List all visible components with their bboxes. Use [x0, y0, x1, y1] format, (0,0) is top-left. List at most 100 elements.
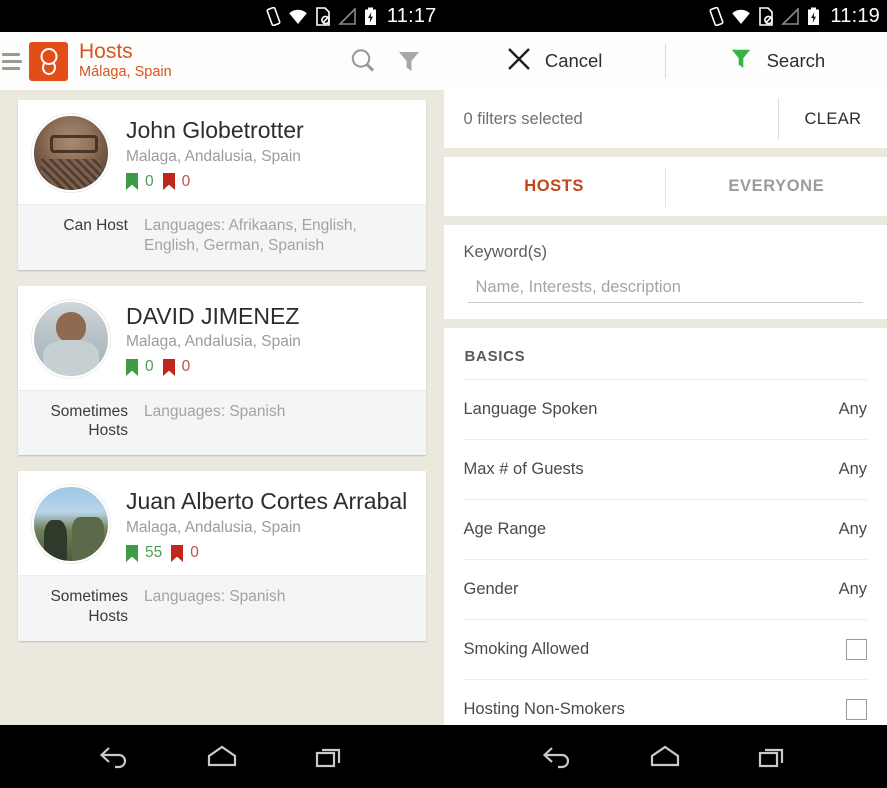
red-ribbon-icon: [162, 358, 175, 376]
avatar[interactable]: [32, 114, 110, 192]
host-status: Sometimes Hosts: [50, 402, 128, 440]
app-bar-titles: Hosts Málaga, Spain: [79, 41, 172, 80]
filter-row-gender[interactable]: Gender Any: [463, 560, 867, 620]
funnel-icon: [728, 46, 754, 77]
vibrate-icon: [709, 6, 724, 26]
clear-button[interactable]: CLEAR: [779, 110, 887, 129]
recents-icon[interactable]: [307, 737, 353, 777]
host-flags: 0 0: [126, 358, 301, 376]
filter-row-age-range[interactable]: Age Range Any: [463, 500, 867, 560]
host-location: Malaga, Andalusia, Spain: [126, 147, 301, 165]
clock-right: 11:19: [830, 4, 880, 27]
green-ribbon-icon: [126, 358, 138, 376]
back-icon[interactable]: [534, 737, 580, 777]
red-ribbon-icon: [162, 173, 175, 191]
clock-left: 11:17: [386, 4, 437, 27]
positive-flag: 0: [126, 173, 154, 191]
cancel-button[interactable]: Cancel: [444, 32, 665, 90]
filter-label: Gender: [463, 580, 519, 598]
close-icon: [506, 46, 532, 77]
host-location: Malaga, Andalusia, Spain: [126, 333, 301, 351]
back-icon[interactable]: [91, 737, 137, 777]
tab-hosts[interactable]: HOSTS: [444, 177, 665, 196]
filter-value: Any: [838, 580, 867, 598]
positive-flag: 0: [126, 358, 154, 376]
positive-count: 0: [145, 358, 154, 376]
tab-everyone[interactable]: EVERYONE: [666, 177, 887, 196]
avatar[interactable]: [32, 299, 110, 378]
host-languages: Languages: Spanish: [144, 588, 286, 606]
keyword-label: Keyword(s): [463, 243, 547, 261]
negative-flag: 0: [171, 544, 199, 562]
negative-count: 0: [181, 358, 191, 376]
wifi-icon: [288, 8, 308, 25]
host-flags: 55 0: [126, 544, 407, 562]
green-ribbon-icon: [126, 544, 138, 562]
hosting-non-smokers-checkbox[interactable]: [846, 699, 867, 720]
right-pane-filters: 11:19 Cancel Search 0 filters selected C…: [443, 0, 887, 788]
positive-flag: 55: [126, 544, 162, 562]
host-card-footer: Can Host Languages: Afrikaans, English, …: [18, 204, 426, 270]
filter-label: Max # of Guests: [463, 460, 584, 478]
basics-section: BASICS Language Spoken Any Max # of Gues…: [443, 328, 887, 740]
left-app-bar: Hosts Málaga, Spain: [0, 32, 444, 90]
hamburger-icon[interactable]: [0, 52, 22, 70]
status-bar-right: 11:19: [443, 0, 887, 32]
right-app-bar: Cancel Search: [443, 32, 887, 90]
battery-charging-icon: [807, 7, 820, 26]
host-card-top: DAVID JIMENEZ Malaga, Andalusia, Spain 0…: [18, 286, 426, 390]
filter-value: Any: [838, 400, 867, 418]
green-ribbon-icon: [126, 173, 138, 191]
app-logo[interactable]: [29, 41, 68, 81]
host-name: DAVID JIMENEZ: [126, 302, 300, 329]
signal-icon: [337, 7, 357, 25]
filters-selected-text: 0 filters selected: [463, 109, 583, 128]
search-button[interactable]: Search: [666, 32, 887, 90]
android-nav-bar: [0, 725, 887, 788]
host-status: Sometimes Hosts: [50, 588, 128, 626]
filter-value: Any: [838, 460, 867, 478]
search-icon[interactable]: [340, 38, 386, 84]
battery-charging-icon: [364, 7, 377, 26]
signal-icon: [781, 7, 800, 25]
home-icon[interactable]: [199, 737, 245, 777]
host-list: John Globetrotter Malaga, Andalusia, Spa…: [0, 90, 444, 641]
filter-row-smoking-allowed[interactable]: Smoking Allowed: [463, 620, 867, 680]
host-languages: Languages: Afrikaans, English, English, …: [144, 217, 357, 254]
host-languages: Languages: Spanish: [144, 402, 286, 420]
host-flags: 0 0: [126, 173, 304, 191]
filter-icon[interactable]: [386, 38, 432, 84]
negative-count: 0: [181, 172, 191, 190]
filter-tabs: HOSTS EVERYONE: [443, 157, 887, 216]
positive-count: 55: [145, 544, 163, 562]
filter-label: Age Range: [463, 520, 547, 538]
left-pane-host-list: 11:17 Hosts Málaga, Spain John Globetrot…: [0, 0, 444, 788]
basics-header: BASICS: [463, 328, 867, 380]
vibrate-icon: [266, 6, 281, 26]
negative-flag: 0: [162, 358, 191, 376]
filter-summary-bar: 0 filters selected CLEAR: [443, 90, 887, 148]
host-card[interactable]: Juan Alberto Cortes Arrabal Malaga, Anda…: [18, 471, 426, 641]
recents-icon[interactable]: [750, 737, 796, 777]
positive-count: 0: [145, 172, 154, 190]
dual-screenshot: 11:17 Hosts Málaga, Spain John Globetrot…: [0, 0, 887, 788]
search-label: Search: [766, 50, 826, 71]
host-card-footer: Sometimes Hosts Languages: Spanish: [18, 575, 426, 641]
avatar[interactable]: [32, 485, 110, 564]
filter-label: Language Spoken: [463, 400, 598, 418]
host-card-info: Juan Alberto Cortes Arrabal Malaga, Anda…: [126, 485, 407, 563]
host-card-top: John Globetrotter Malaga, Andalusia, Spa…: [18, 100, 426, 204]
host-card[interactable]: John Globetrotter Malaga, Andalusia, Spa…: [18, 100, 426, 270]
keyword-block: Keyword(s): [443, 225, 887, 319]
host-card-top: Juan Alberto Cortes Arrabal Malaga, Anda…: [18, 471, 426, 575]
filter-row-language-spoken[interactable]: Language Spoken Any: [463, 380, 867, 440]
host-card[interactable]: DAVID JIMENEZ Malaga, Andalusia, Spain 0…: [18, 285, 426, 456]
keyword-input[interactable]: [467, 276, 863, 303]
filter-value: Any: [838, 520, 867, 538]
smoking-allowed-checkbox[interactable]: [846, 639, 867, 660]
host-name: John Globetrotter: [126, 117, 304, 143]
page-title: Hosts: [79, 40, 133, 64]
sdcard-blocked-icon: [758, 6, 774, 26]
home-icon[interactable]: [642, 737, 688, 777]
filter-row-max-guests[interactable]: Max # of Guests Any: [463, 440, 867, 500]
